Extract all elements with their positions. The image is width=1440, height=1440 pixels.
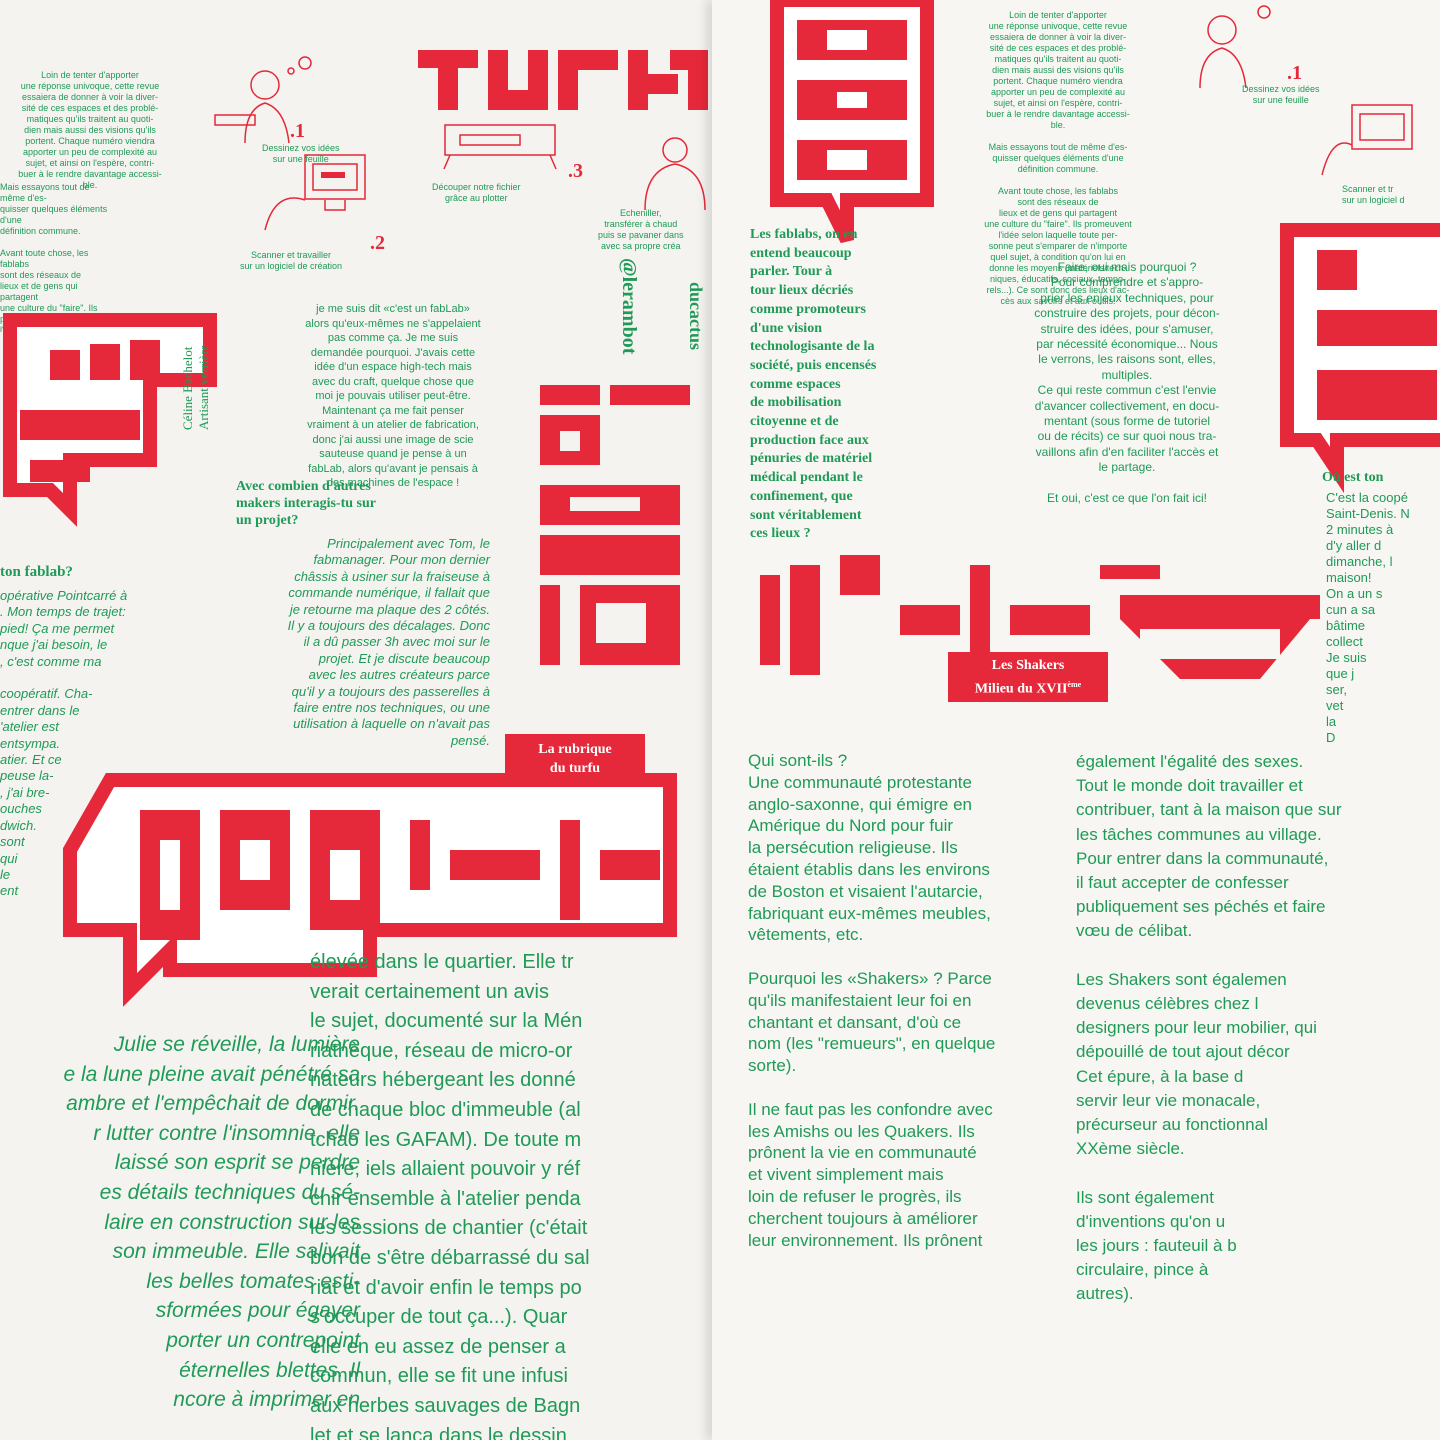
ou-est-text: C'est la coopé Saint-Denis. N 2 minutes … [1326, 490, 1410, 745]
left-sheet: .1 Dessinez vos idées sur une feuille .3… [0, 0, 720, 1440]
handle-1: @lerambot [618, 258, 640, 355]
sketch-computer-right [1321, 104, 1413, 176]
shakers-tag-line1: Les Shakers [991, 658, 1065, 673]
right-step2-caption: Scanner et tr sur un logiciel d [1342, 184, 1405, 205]
micro-logo-right [1280, 223, 1440, 494]
step2-caption: Scanner et travailler sur un logiciel de… [240, 250, 343, 271]
follow-lettering [540, 385, 690, 665]
faire-text: Faire, oui mais pourquoi ? Pour comprend… [1034, 260, 1220, 506]
right-step1-caption: Dessinez vos idées sur une feuille [1242, 84, 1320, 105]
question-makers: Avec combien d'autres makers interagis-t… [236, 479, 376, 528]
sketch-person-shirt [644, 137, 706, 211]
credit-block: Céline Bachelot Artisant verrière [180, 280, 212, 430]
step2-number: .2 [370, 232, 385, 254]
sketch-person-idea [214, 56, 312, 144]
sketch-computer [264, 154, 366, 231]
step1-number: .1 [290, 120, 305, 142]
right-step1-number: .1 [1287, 62, 1302, 84]
story-column-2: élevée dans le quartier. Elle tr verait … [310, 951, 590, 1440]
right-sheet: Loin de tenter d'apporter une réponse un… [712, 0, 1440, 1440]
answer-makers: Principalement avec Tom, le fabmanager. … [287, 536, 490, 748]
shakers-column-2: également l'égalité des sexes. Tout le m… [1076, 752, 1342, 1304]
lead-paragraph: Les fablabs, on en entend beaucoup parle… [750, 227, 877, 542]
credit-role: Artisant verrière [196, 344, 211, 430]
shakers-tag-sup: ème [1067, 680, 1082, 689]
sketch-person-idea-right [1199, 5, 1271, 89]
red-lettering-vertical [770, 0, 934, 244]
step4-caption: Echeniller, transférer à chaud puis se p… [598, 208, 684, 251]
rubrique-line1: La rubrique [538, 742, 612, 757]
red-lettering-top [418, 50, 708, 110]
left-intro-text: Loin de tenter d'apporter une réponse un… [18, 70, 162, 190]
step3-caption: Découper notre fichier grâce au plotter [432, 182, 521, 203]
credit-name: Céline Bachelot [180, 346, 195, 430]
shakers-tag: Les Shakers Milieu du XVIIème [948, 652, 1108, 702]
handle-2: ducactus [686, 282, 706, 351]
sketch-plotter [443, 124, 557, 170]
story-column-1: Julie se réveille, la lumière e la lune … [63, 1033, 360, 1412]
question-fablab: ton fablab? [0, 564, 73, 580]
interview-answer-1: je me suis dit «c'est un fabLab» alors q… [305, 303, 481, 489]
shakers-column-1: Qui sont-ils ? Une communauté protestant… [748, 751, 996, 1250]
ou-est-title: Où est ton [1322, 470, 1384, 485]
shakers-tag-line2: Milieu du XVII [974, 681, 1068, 697]
step3-number: .3 [568, 160, 583, 182]
